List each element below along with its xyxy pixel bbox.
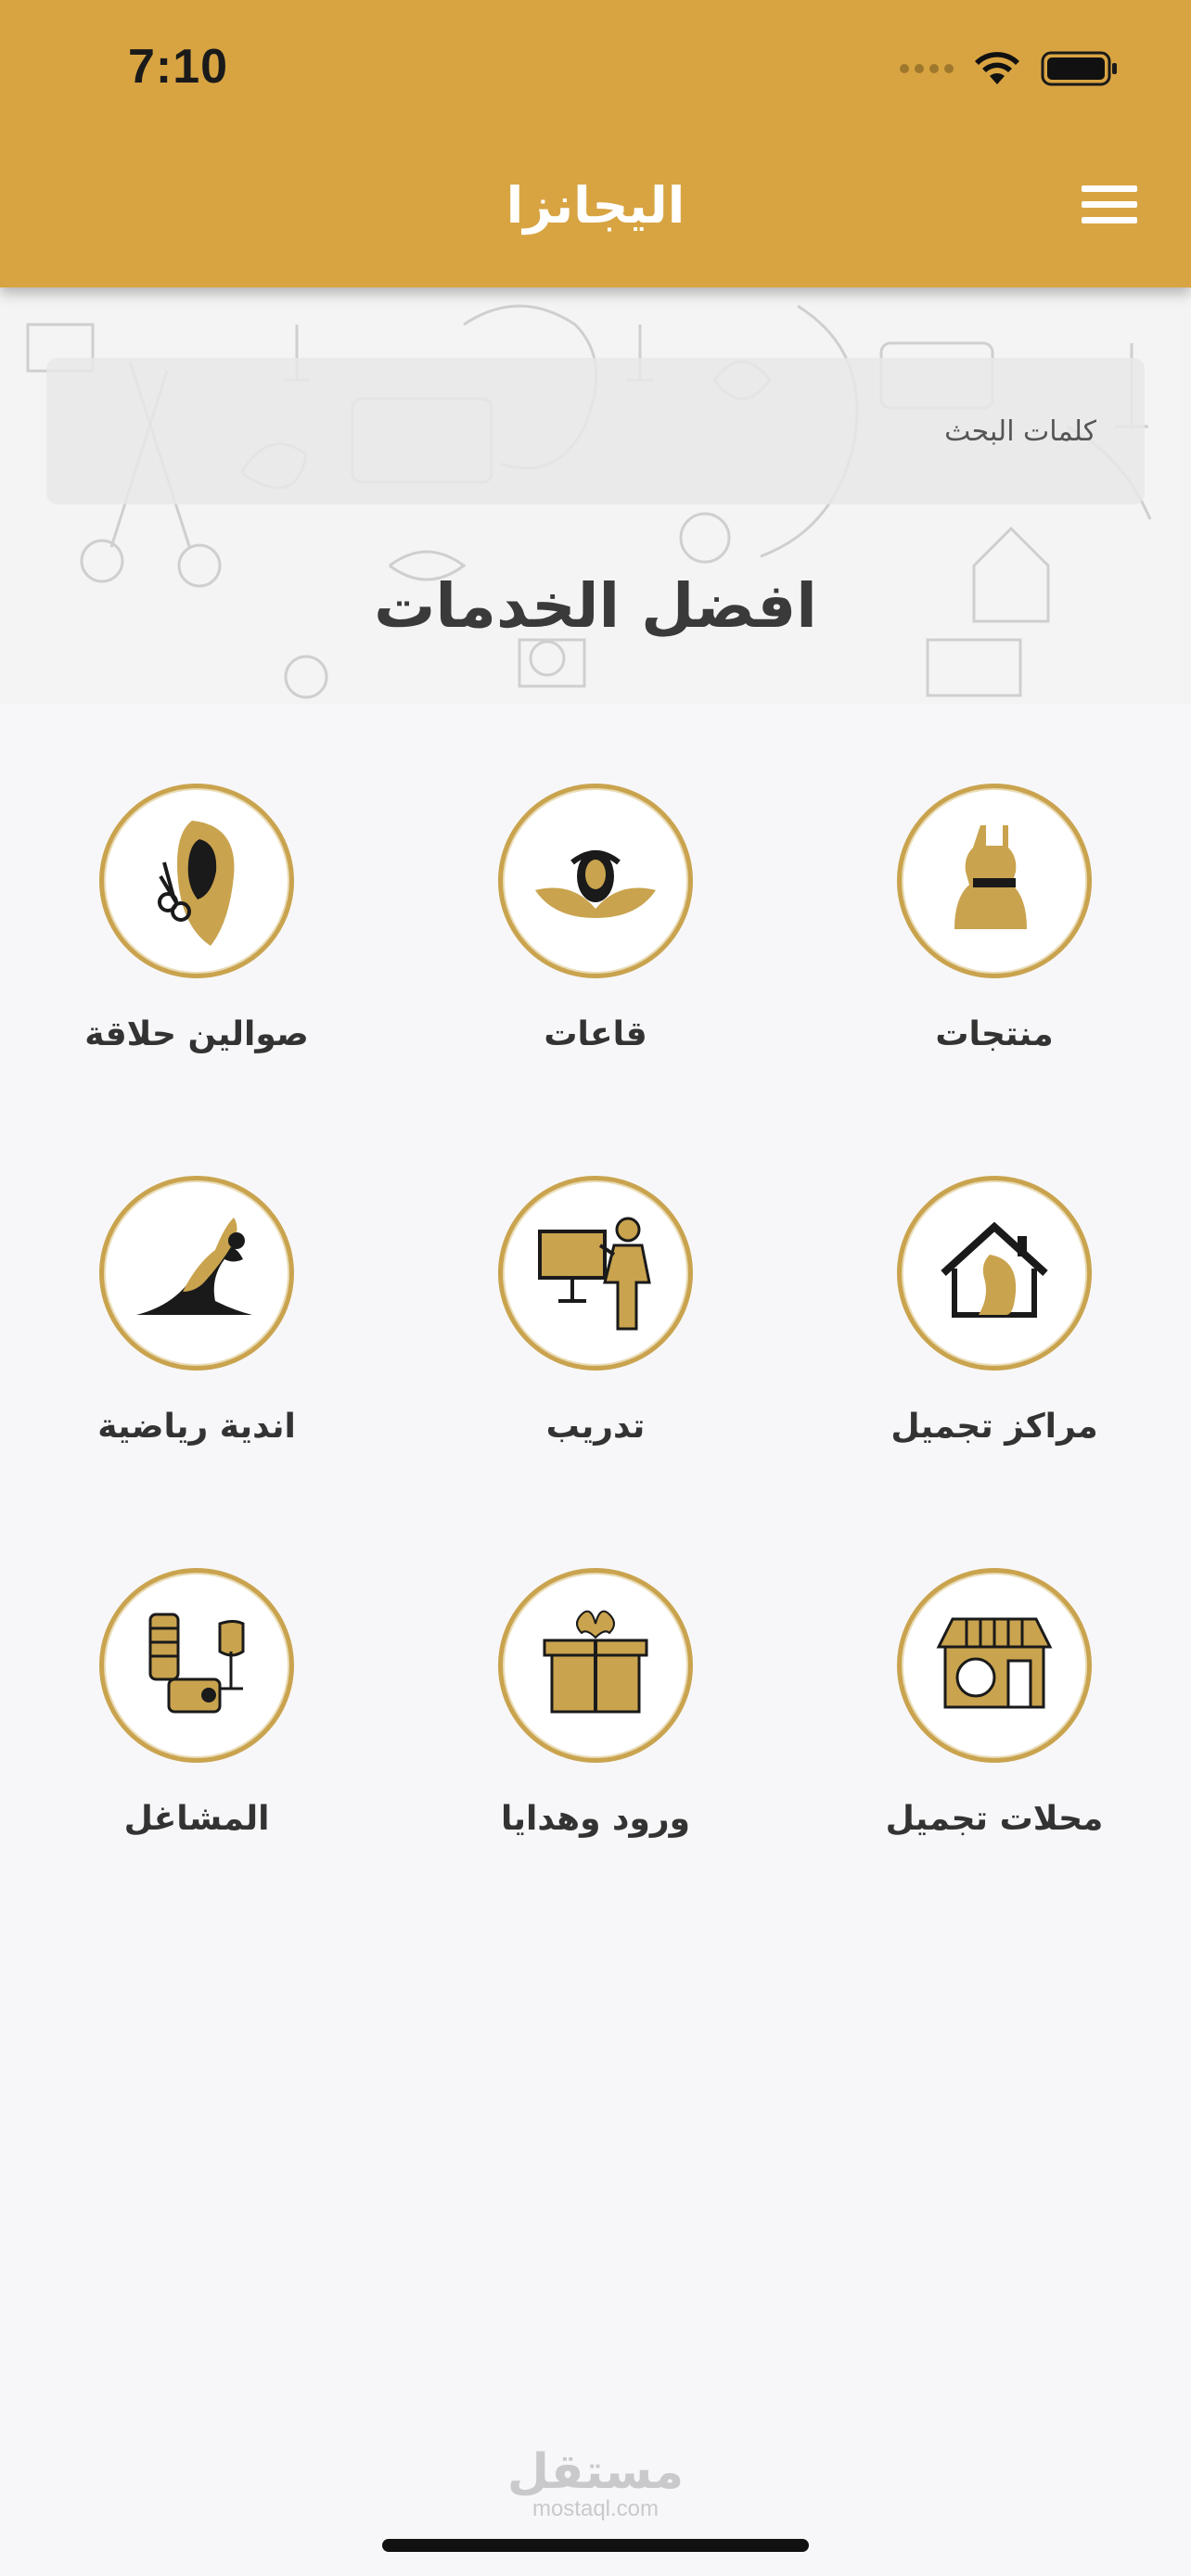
category-beauty-shops[interactable]: محلات تجميل: [809, 1568, 1180, 1838]
category-flowers-gifts[interactable]: ورود وهدايا: [410, 1568, 781, 1838]
beauty-shop-icon: [936, 1617, 1053, 1709]
category-label: المشاغل: [123, 1800, 270, 1838]
category-circle: [498, 1176, 693, 1371]
category-label: اندية رياضية: [97, 1408, 296, 1446]
category-sports-clubs[interactable]: اندية رياضية: [11, 1176, 382, 1446]
category-label: منتجات: [935, 1015, 1054, 1053]
hamburger-menu-icon[interactable]: [1082, 185, 1137, 228]
section-title: افضل الخدمات: [374, 570, 817, 642]
category-halls[interactable]: قاعات: [410, 784, 781, 1053]
wifi-icon: [975, 52, 1019, 84]
page-title: اليجانزا: [506, 176, 685, 235]
category-circle: [498, 1568, 693, 1763]
category-circle: [897, 1568, 1092, 1763]
category-circle: [498, 784, 693, 978]
category-label: ورود وهدايا: [501, 1800, 690, 1838]
sports-club-icon: [136, 1218, 252, 1315]
status-time: 7:10: [128, 40, 229, 94]
status-icons: [900, 46, 1119, 91]
category-label: قاعات: [544, 1015, 647, 1053]
beauty-center-icon: [941, 1221, 1048, 1318]
dress-icon: [954, 825, 1027, 929]
battery-icon: [1041, 51, 1117, 86]
category-circle: [99, 784, 294, 978]
category-circle: [897, 784, 1092, 978]
cellular-signal-icon: [900, 64, 954, 73]
salon-icon: [158, 821, 235, 946]
category-label: مراكز تجميل: [890, 1408, 1098, 1446]
watermark: مستقل mostaql.com: [0, 2448, 1191, 2522]
category-label: صوالين حلاقة: [84, 1015, 309, 1053]
training-icon: [538, 1217, 651, 1331]
category-training[interactable]: تدريب: [410, 1176, 781, 1446]
category-barber-salons[interactable]: صوالين حلاقة: [11, 784, 382, 1053]
app-header: 7:10 اليجانزا: [0, 0, 1191, 287]
category-products[interactable]: منتجات: [809, 784, 1180, 1053]
category-circle: [99, 1568, 294, 1763]
category-circle: [99, 1176, 294, 1371]
tailoring-icon: [148, 1613, 245, 1714]
search-input[interactable]: [46, 358, 1145, 504]
search-bar[interactable]: [46, 358, 1145, 504]
category-label: تدريب: [545, 1408, 646, 1446]
category-circle: [897, 1176, 1092, 1371]
gifts-icon: [543, 1610, 648, 1714]
watermark-english: mostaql.com: [531, 2496, 660, 2521]
category-beauty-centers[interactable]: مراكز تجميل: [809, 1176, 1180, 1446]
watermark-arabic: مستقل: [506, 2444, 685, 2500]
category-tailoring-workshops[interactable]: المشاغل: [11, 1568, 382, 1838]
category-label: محلات تجميل: [885, 1800, 1104, 1838]
hall-icon: [535, 850, 656, 918]
home-indicator[interactable]: [382, 2539, 809, 2552]
